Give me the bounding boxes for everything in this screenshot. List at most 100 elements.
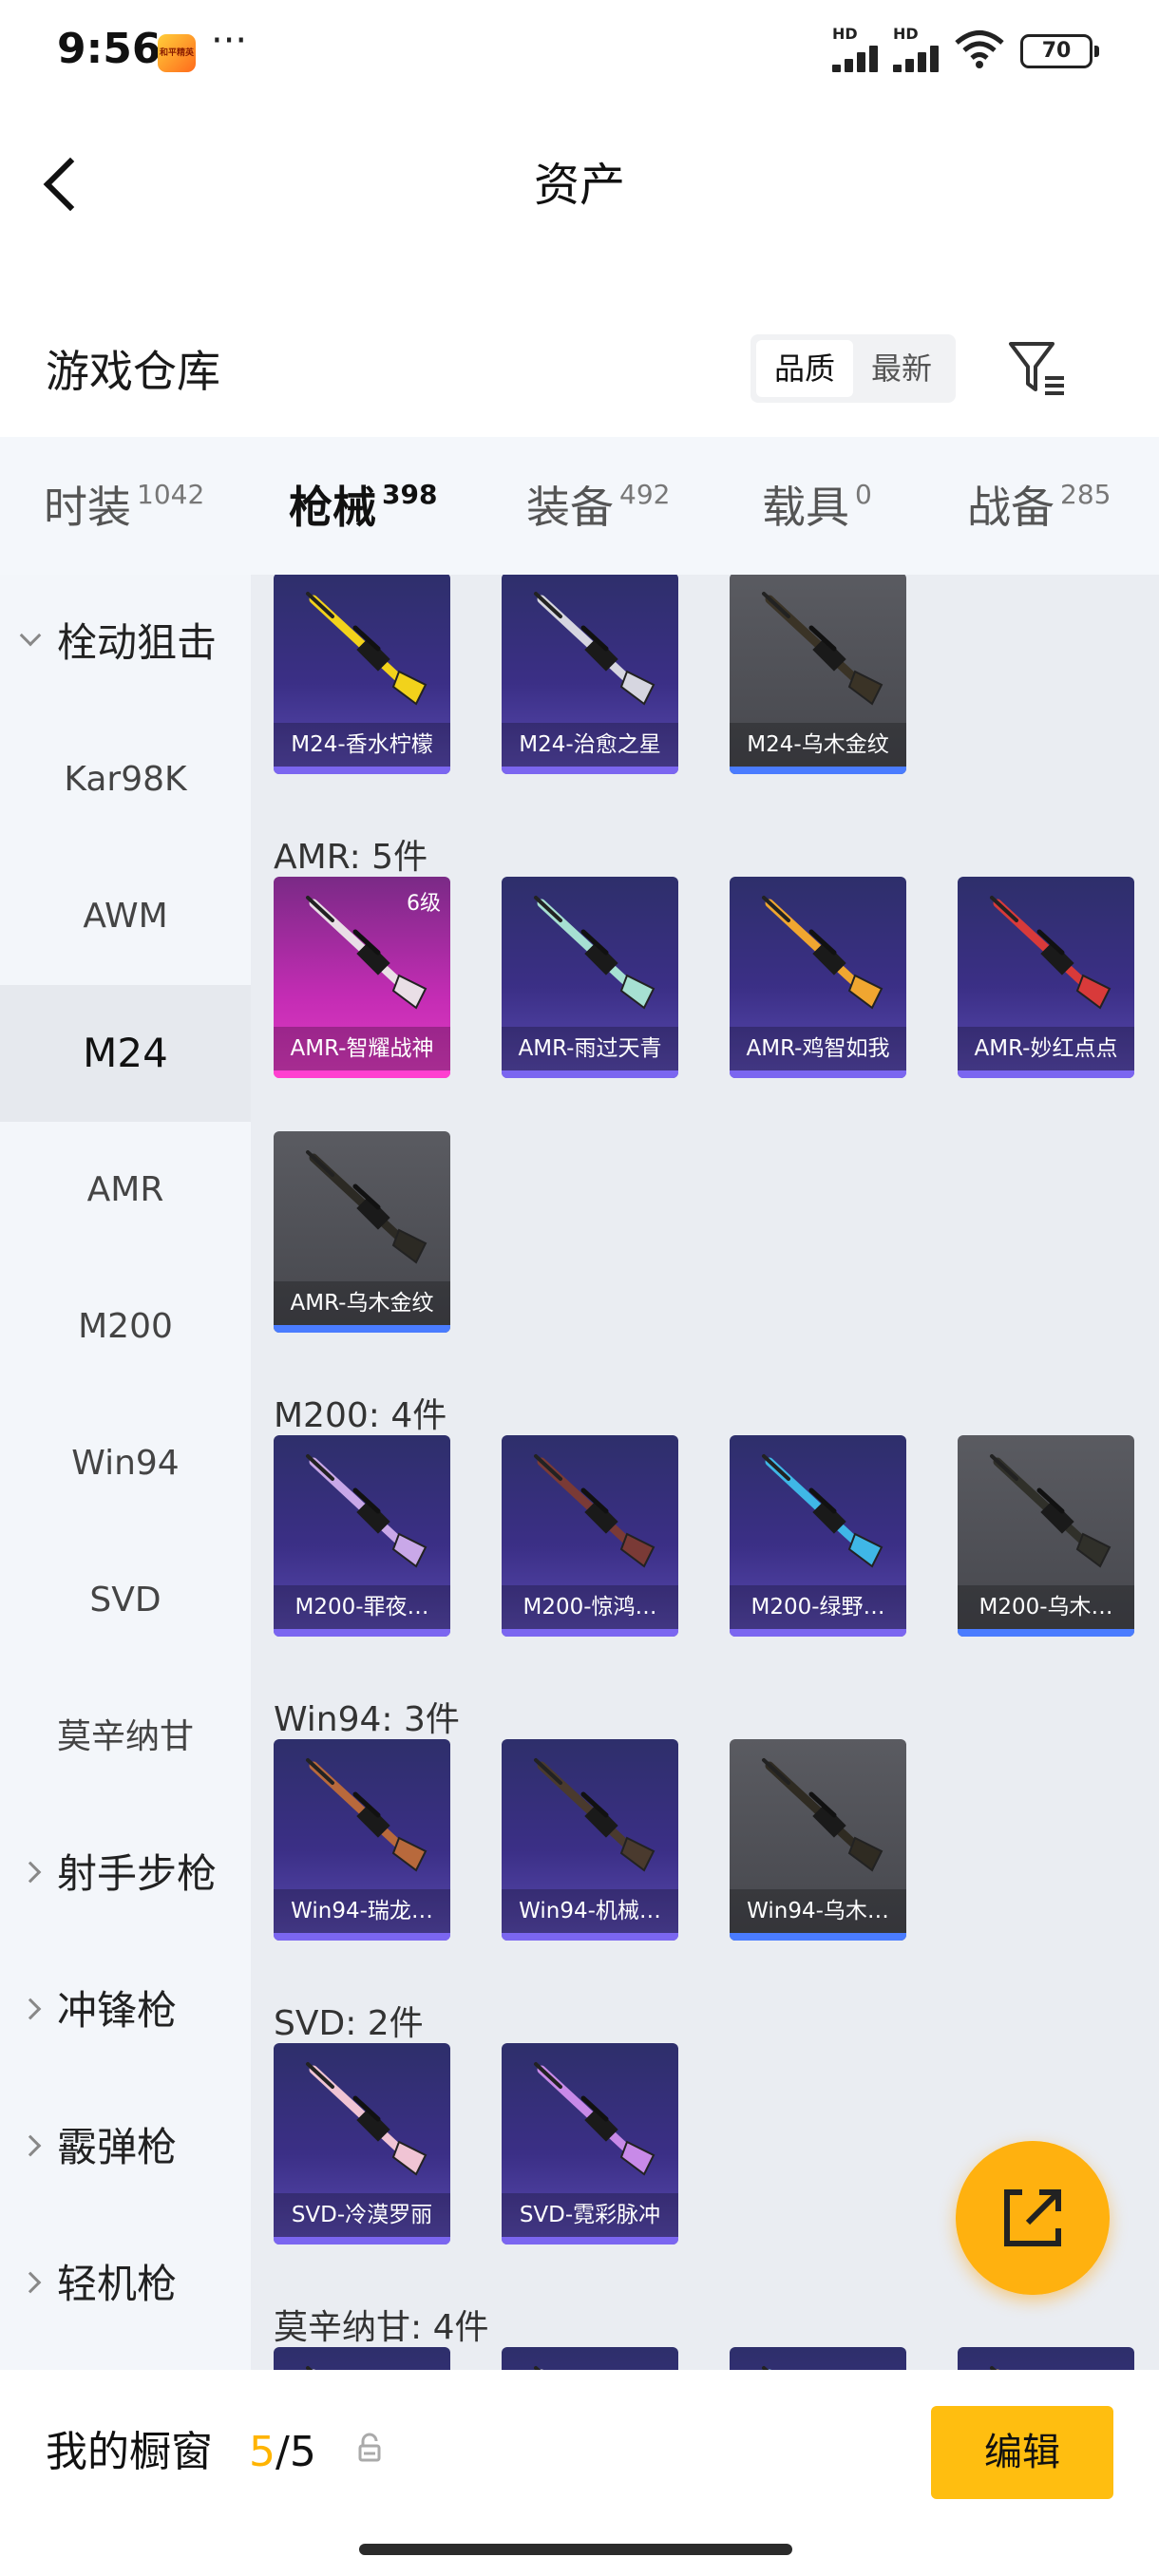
weapon-skin-card[interactable]: SVD-霓彩脉冲 bbox=[502, 2043, 678, 2245]
weapon-skin-card[interactable]: Win94-瑞龙… bbox=[274, 1739, 450, 1941]
tab-vehicles[interactable]: 载具 0 bbox=[762, 473, 872, 549]
sidebar-item-win94[interactable]: Win94 bbox=[0, 1395, 251, 1532]
weapon-skin-card[interactable]: AMR-雨过天青 bbox=[502, 877, 678, 1078]
section-title: SVD: 2件 bbox=[274, 2004, 424, 2043]
rarity-bar bbox=[274, 767, 450, 774]
rifle-icon bbox=[534, 2366, 544, 2370]
section-title: Win94: 3件 bbox=[274, 1700, 460, 1739]
showcase-count-current: 5 bbox=[249, 2428, 276, 2476]
rarity-bar bbox=[502, 1070, 678, 1078]
weapon-skin-name: SVD-冷漠罗丽 bbox=[274, 2193, 450, 2237]
rarity-bar bbox=[502, 2237, 678, 2245]
rifle-icon bbox=[306, 2062, 428, 2176]
weapon-skin-card[interactable] bbox=[958, 2347, 1134, 2370]
rarity-bar bbox=[274, 1325, 450, 1333]
sidebar-group-shotgun[interactable]: 霰弹枪 bbox=[0, 2079, 251, 2216]
weapon-skin-name: AMR-雨过天青 bbox=[502, 1027, 678, 1070]
rarity-bar bbox=[730, 1933, 906, 1941]
share-out-icon[interactable] bbox=[956, 2141, 1110, 2295]
weapon-skin-name: M200-惊鸿… bbox=[502, 1585, 678, 1629]
rarity-bar bbox=[274, 1070, 450, 1078]
rifle-icon bbox=[762, 592, 884, 706]
rifle-icon bbox=[762, 1758, 884, 1872]
category-tabs: 时装 1042 枪械 398 装备 492 载具 0 战备 285 bbox=[0, 437, 1159, 586]
weapon-category-sidebar: 栓动狙击 Kar98K AWM M24 AMR M200 Win94 SVD 莫… bbox=[0, 575, 251, 2370]
weapon-grid: M24-香水柠檬 M24-治愈之星 M24-乌木金纹 AMR: 5件 6级 AMR-智耀战… bbox=[251, 575, 1159, 2370]
weapon-skin-name: SVD-霓彩脉冲 bbox=[502, 2193, 678, 2237]
rifle-icon bbox=[306, 592, 428, 706]
weapon-skin-card[interactable]: M24-乌木金纹 bbox=[730, 575, 906, 774]
chevron-right-icon bbox=[19, 1998, 42, 2020]
tab-fashion[interactable]: 时装 1042 bbox=[44, 473, 204, 549]
rarity-bar bbox=[502, 767, 678, 774]
rifle-icon bbox=[762, 1454, 884, 1568]
rifle-icon bbox=[534, 2062, 656, 2176]
weapon-skin-name: M200-乌木… bbox=[958, 1585, 1134, 1629]
weapon-skin-card[interactable]: M24-香水柠檬 bbox=[274, 575, 450, 774]
sidebar-item-mosin-nagant[interactable]: 莫辛纳甘 bbox=[0, 1669, 251, 1806]
sidebar-item-svd[interactable]: SVD bbox=[0, 1532, 251, 1669]
rifle-icon bbox=[990, 1454, 1112, 1568]
weapon-skin-card[interactable] bbox=[502, 2347, 678, 2370]
sidebar-item-kar98k[interactable]: Kar98K bbox=[0, 711, 251, 848]
app-notification-icon: 和平精英 bbox=[158, 34, 196, 72]
status-time: 9:56 bbox=[57, 25, 162, 73]
weapon-skin-card[interactable]: M24-治愈之星 bbox=[502, 575, 678, 774]
rarity-bar bbox=[274, 2237, 450, 2245]
showcase-count-total: /5 bbox=[276, 2428, 316, 2476]
weapon-skin-card[interactable]: M200-罪夜… bbox=[274, 1435, 450, 1637]
status-bar: 9:56 和平精英 ··· HD HD 70 bbox=[0, 0, 1159, 104]
weapon-skin-card[interactable] bbox=[730, 2347, 906, 2370]
rifle-icon bbox=[762, 2366, 772, 2370]
weapon-skin-card[interactable]: Win94-乌木… bbox=[730, 1739, 906, 1941]
sidebar-group-lmg[interactable]: 轻机枪 bbox=[0, 2216, 251, 2353]
rifle-icon bbox=[534, 896, 656, 1010]
sidebar-item-awm[interactable]: AWM bbox=[0, 848, 251, 985]
sidebar-group-bolt-action[interactable]: 栓动狙击 bbox=[0, 575, 251, 711]
rifle-icon bbox=[534, 1758, 656, 1872]
sort-toggle: 品质 最新 bbox=[750, 334, 956, 403]
chevron-right-icon bbox=[19, 2271, 42, 2294]
weapon-skin-card[interactable]: 6级 AMR-智耀战神 bbox=[274, 877, 450, 1078]
sort-quality-button[interactable]: 品质 bbox=[756, 340, 853, 397]
weapon-skin-name: M200-罪夜… bbox=[274, 1585, 450, 1629]
weapon-skin-card[interactable]: AMR-乌木金纹 bbox=[274, 1131, 450, 1333]
rifle-icon bbox=[534, 1454, 656, 1568]
wifi-icon bbox=[955, 30, 1004, 68]
rifle-icon bbox=[762, 896, 884, 1010]
chevron-right-icon bbox=[19, 2134, 42, 2157]
rarity-bar bbox=[958, 1629, 1134, 1637]
weapon-skin-name: Win94-瑞龙… bbox=[274, 1889, 450, 1933]
filter-icon[interactable] bbox=[1005, 334, 1072, 403]
rarity-bar bbox=[502, 1629, 678, 1637]
sidebar-item-amr[interactable]: AMR bbox=[0, 1122, 251, 1259]
weapon-skin-card[interactable]: SVD-冷漠罗丽 bbox=[274, 2043, 450, 2245]
weapon-skin-name: M24-乌木金纹 bbox=[730, 723, 906, 767]
weapon-skin-card[interactable]: AMR-妙红点点 bbox=[958, 877, 1134, 1078]
rarity-bar bbox=[730, 1070, 906, 1078]
sidebar-item-m24[interactable]: M24 bbox=[0, 985, 251, 1122]
chevron-down-icon bbox=[19, 624, 42, 647]
section-title: 莫辛纳甘: 4件 bbox=[274, 2308, 489, 2347]
weapon-skin-card[interactable]: M200-绿野… bbox=[730, 1435, 906, 1637]
showcase-label: 我的橱窗 5/5 bbox=[46, 2428, 316, 2476]
weapon-skin-name: AMR-妙红点点 bbox=[958, 1027, 1134, 1070]
weapon-skin-name: AMR-鸡智如我 bbox=[730, 1027, 906, 1070]
weapon-skin-name: AMR-乌木金纹 bbox=[274, 1281, 450, 1325]
page-title: 资产 bbox=[533, 159, 625, 212]
edit-button[interactable]: 编辑 bbox=[931, 2406, 1113, 2499]
rarity-bar bbox=[274, 1629, 450, 1637]
tab-equipment[interactable]: 装备 492 bbox=[526, 473, 670, 549]
tab-combat-supplies[interactable]: 战备 285 bbox=[967, 473, 1111, 549]
rifle-icon bbox=[306, 1150, 428, 1264]
sidebar-group-marksman[interactable]: 射手步枪 bbox=[0, 1806, 251, 1942]
sort-newest-button[interactable]: 最新 bbox=[853, 340, 950, 397]
tab-guns[interactable]: 枪械 398 bbox=[289, 473, 437, 586]
weapon-skin-card[interactable]: M200-乌木… bbox=[958, 1435, 1134, 1637]
weapon-skin-card[interactable]: M200-惊鸿… bbox=[502, 1435, 678, 1637]
sidebar-group-smg[interactable]: 冲锋枪 bbox=[0, 1942, 251, 2079]
weapon-skin-card[interactable] bbox=[274, 2347, 450, 2370]
sidebar-item-m200[interactable]: M200 bbox=[0, 1259, 251, 1395]
weapon-skin-card[interactable]: Win94-机械… bbox=[502, 1739, 678, 1941]
weapon-skin-card[interactable]: AMR-鸡智如我 bbox=[730, 877, 906, 1078]
